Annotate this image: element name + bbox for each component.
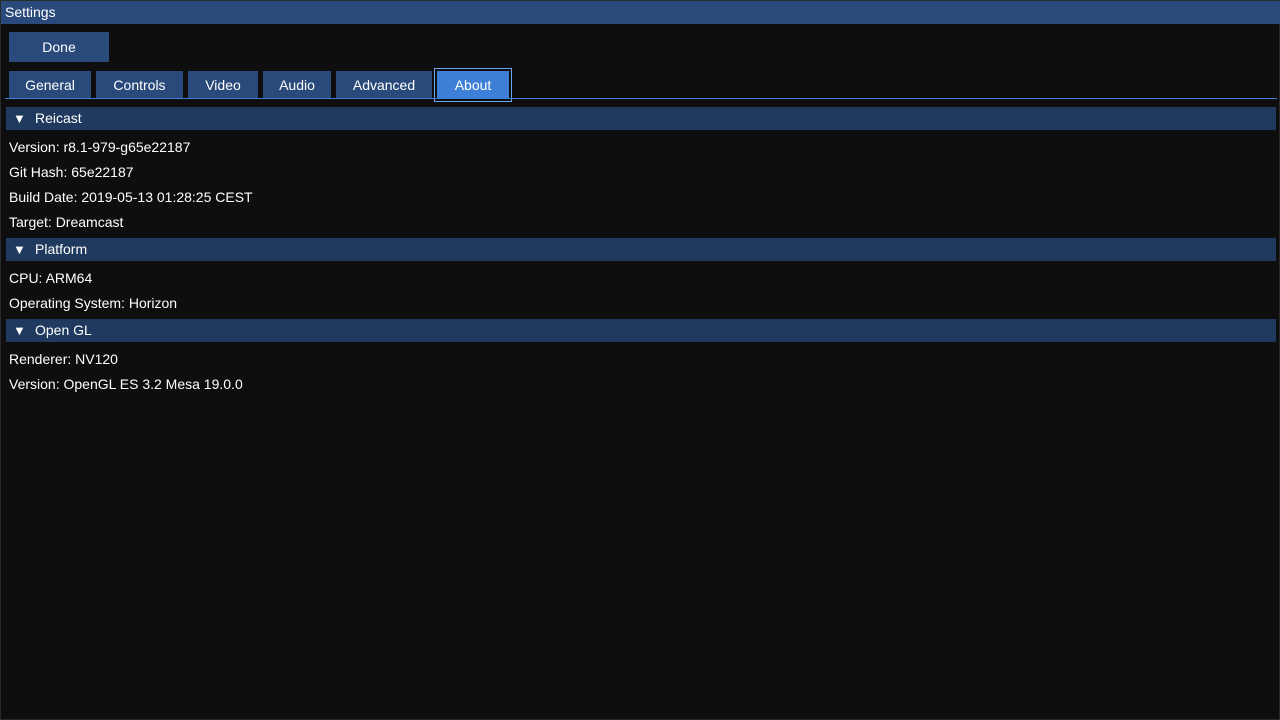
reicast-version: Version: r8.1-979-g65e22187	[9, 139, 191, 155]
section-header-reicast[interactable]: ▼ Reicast	[6, 107, 1276, 130]
window-title: Settings	[1, 1, 1280, 24]
opengl-renderer: Renderer: NV120	[9, 351, 118, 367]
section-title: Open GL	[35, 322, 92, 338]
triangle-down-icon: ▼	[13, 242, 26, 257]
reicast-build-date: Build Date: 2019-05-13 01:28:25 CEST	[9, 189, 253, 205]
section-title: Platform	[35, 241, 88, 257]
opengl-version: Version: OpenGL ES 3.2 Mesa 19.0.0	[9, 376, 243, 392]
section-title: Reicast	[35, 110, 82, 126]
section-header-opengl[interactable]: ▼ Open GL	[6, 319, 1276, 342]
tab-audio[interactable]: Audio	[263, 71, 331, 99]
tab-about[interactable]: About	[434, 68, 512, 102]
reicast-target: Target: Dreamcast	[9, 214, 124, 230]
reicast-git-hash: Git Hash: 65e22187	[9, 164, 134, 180]
platform-os: Operating System: Horizon	[9, 295, 178, 311]
tab-video[interactable]: Video	[188, 71, 258, 99]
triangle-down-icon: ▼	[13, 323, 26, 338]
settings-window: Settings Done General Controls Video Aud…	[0, 0, 1280, 720]
done-button[interactable]: Done	[9, 32, 109, 62]
platform-cpu: CPU: ARM64	[9, 270, 93, 286]
triangle-down-icon: ▼	[13, 111, 26, 126]
tab-underline	[5, 98, 1277, 99]
section-header-platform[interactable]: ▼ Platform	[6, 238, 1276, 261]
tab-controls[interactable]: Controls	[96, 71, 183, 99]
tab-general[interactable]: General	[9, 71, 91, 99]
tab-advanced[interactable]: Advanced	[336, 71, 432, 99]
